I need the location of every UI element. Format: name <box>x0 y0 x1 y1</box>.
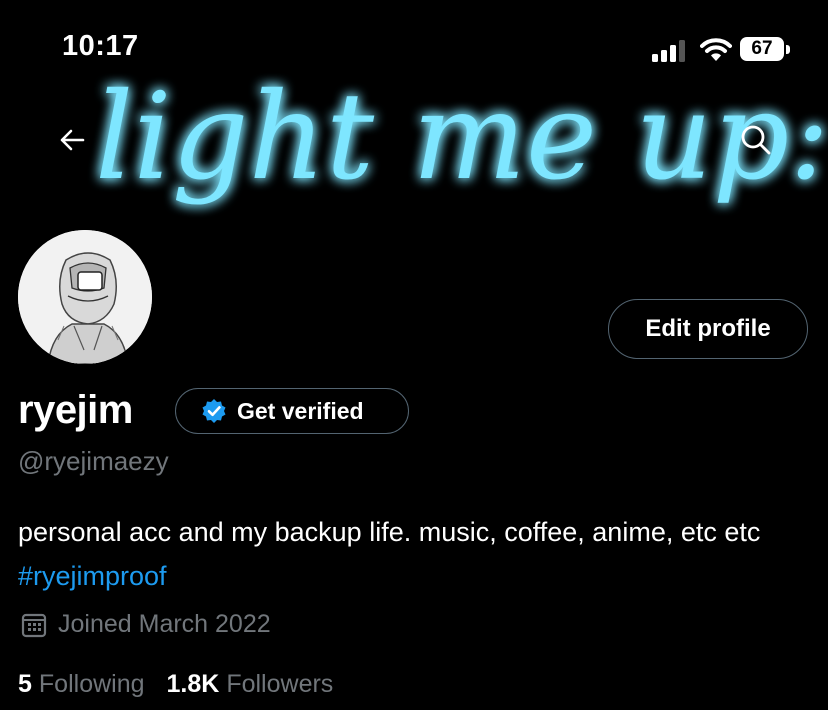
avatar-sketch <box>18 230 152 364</box>
search-button[interactable] <box>726 110 786 170</box>
following-count: 5 <box>18 670 32 698</box>
cellular-signal-icon <box>652 40 685 62</box>
joined-date: Joined March 2022 <box>20 610 271 639</box>
battery-icon: 67 <box>740 37 792 63</box>
calendar-icon <box>21 613 47 637</box>
joined-text: Joined March 2022 <box>58 610 271 638</box>
profile-bio: personal acc and my backup life. music, … <box>18 510 818 598</box>
edit-profile-button[interactable]: Edit profile <box>608 299 808 359</box>
following-label: Following <box>38 670 145 698</box>
followers-count: 1.8K <box>166 670 220 698</box>
avatar[interactable] <box>14 226 156 368</box>
profile-handle: @ryejimaezy <box>18 446 169 476</box>
followers-link[interactable]: 1.8K Followers <box>167 670 334 699</box>
bio-text: personal acc and my backup life. music, … <box>18 517 761 547</box>
back-button[interactable] <box>42 110 102 170</box>
avatar-image <box>18 230 152 364</box>
following-link[interactable]: 5 Following <box>18 670 145 699</box>
followers-label: Followers <box>226 670 334 698</box>
neon-sign-text: light me up: <box>95 68 828 207</box>
verified-badge-icon <box>202 399 226 423</box>
status-time: 10:17 <box>62 30 139 62</box>
profile-banner[interactable]: light me up: 10:17 67 <box>0 0 828 258</box>
get-verified-button[interactable]: Get verified <box>175 388 409 434</box>
get-verified-label: Get verified <box>237 397 364 424</box>
battery-level: 67 <box>751 38 773 59</box>
wifi-icon <box>700 38 732 61</box>
arrow-left-icon <box>60 129 85 151</box>
search-icon <box>741 125 771 155</box>
follow-stats: 5 Following 1.8K Followers <box>18 670 355 699</box>
display-name: ryejim <box>18 388 133 432</box>
bio-hashtag-link[interactable]: #ryejimproof <box>18 561 167 591</box>
